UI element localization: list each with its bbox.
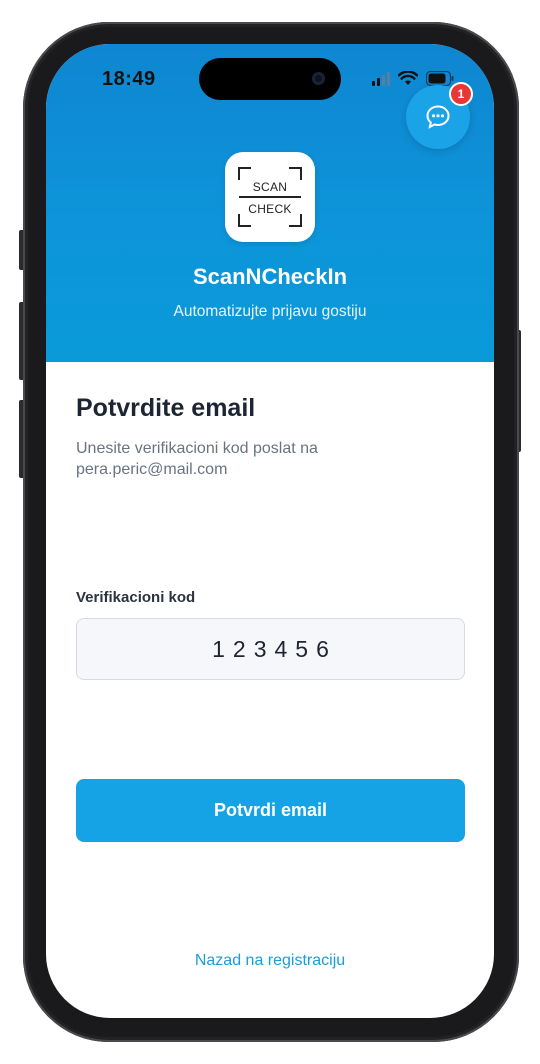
verification-code-input[interactable] <box>76 618 465 680</box>
battery-icon <box>426 71 454 86</box>
phone-screen: 18:49 1 SCAN CHECK ScanNCheckIn Automati… <box>46 44 494 1018</box>
front-camera <box>312 72 325 85</box>
chat-bubble-icon <box>426 105 450 129</box>
dynamic-island <box>199 58 341 100</box>
status-icons <box>372 70 454 86</box>
page-title: Potvrdite email <box>76 394 256 422</box>
app-name: ScanNCheckIn <box>192 264 348 289</box>
logo-text-check: CHECK <box>248 202 292 216</box>
wifi-icon <box>398 71 418 86</box>
device-mockup: 18:49 1 SCAN CHECK ScanNCheckIn Automati… <box>0 0 540 1064</box>
code-field-label: Verifikacioni kod <box>76 589 196 606</box>
confirm-email-button[interactable]: Potvrdi email <box>76 779 465 842</box>
app-tagline: Automatizujte prijavu gostiju <box>173 303 367 320</box>
phone-frame: 18:49 1 SCAN CHECK ScanNCheckIn Automati… <box>23 22 519 1042</box>
back-to-registration-link[interactable]: Nazad na registraciju <box>46 952 494 970</box>
logo-text-scan: SCAN <box>252 180 288 194</box>
status-time: 18:49 <box>102 68 156 90</box>
logo-divider <box>239 196 301 198</box>
page-subtitle: Unesite verifikacioni kod poslat na pera… <box>76 440 318 478</box>
signal-icon <box>372 72 390 86</box>
notification-badge: 1 <box>449 82 473 106</box>
app-logo: SCAN CHECK <box>225 152 315 242</box>
app-header: 18:49 1 SCAN CHECK ScanNCheckIn Automati… <box>46 44 494 362</box>
